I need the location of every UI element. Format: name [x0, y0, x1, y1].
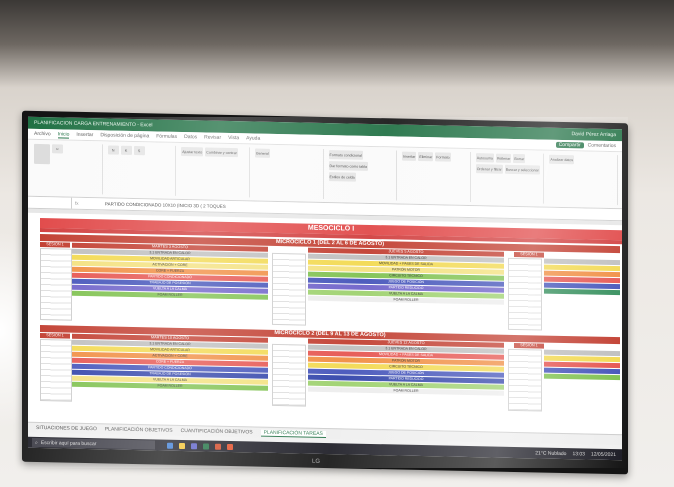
clock-date[interactable]: 12/05/2021 — [591, 451, 616, 458]
taskbar-search-text: Escribir aquí para buscar — [40, 439, 97, 447]
tv-monitor: PLANIFICACION CARGA ENTRENAMIENTO - Exce… — [22, 110, 628, 475]
clear-button[interactable]: Borrar — [513, 153, 526, 164]
comments-button[interactable]: Comentarios — [588, 143, 616, 150]
cell-styles-button[interactable]: Estilos de celda — [328, 172, 356, 182]
tab-disposicion[interactable]: Disposición de página — [100, 132, 149, 139]
fill-button[interactable]: Rellenar — [495, 153, 512, 163]
format-button[interactable]: Formato — [435, 152, 451, 162]
gap-column-4 — [508, 348, 542, 412]
sheet-tab-planificacion-objetivos[interactable]: PLANIFICACIÓN OBJETIVOS — [105, 426, 173, 433]
ribbon-group-styles: Formato condicional Dar formato como tab… — [326, 149, 398, 201]
tab-archivo[interactable]: Archivo — [34, 131, 51, 137]
session-label-1: SESION 1 — [40, 242, 70, 248]
row-6-far — [544, 288, 620, 296]
underline-button[interactable]: S — [133, 145, 145, 156]
analyze-data-button[interactable]: Analizar datos — [549, 154, 575, 165]
ribbon-group-editing: Autosuma Rellenar Borrar Ordenar y filtr… — [473, 152, 545, 204]
user-name[interactable]: David Pérez Arriaga — [572, 131, 616, 138]
edge-icon[interactable] — [167, 442, 173, 449]
number-format-select[interactable]: General — [254, 148, 270, 158]
sheet-tab-cuantificacion[interactable]: CUANTIFICACIÓN OBJETIVOS — [181, 428, 253, 436]
cut-button[interactable]: ✂ — [52, 144, 63, 154]
explorer-icon[interactable] — [179, 442, 185, 449]
chrome-icon[interactable] — [227, 443, 233, 450]
autosum-button[interactable]: Autosuma — [475, 153, 494, 163]
session-label-3: SESION 1 — [40, 333, 70, 339]
bold-button[interactable]: N — [107, 145, 119, 155]
session-label-2: SESION 1 — [514, 251, 544, 258]
ribbon-group-font: N K S — [105, 144, 177, 196]
lg-logo: LG — [312, 458, 321, 465]
session-column-1 — [40, 248, 72, 321]
doc-title: PLANIFICACION CARGA ENTRENAMIENTO - Exce… — [34, 119, 153, 129]
insert-button[interactable]: Insertar — [402, 151, 417, 161]
tab-vista[interactable]: Vista — [228, 135, 239, 141]
sheet-tab-situaciones[interactable]: SITUACIONES DE JUEGO — [36, 425, 97, 432]
tab-formulas[interactable]: Fórmulas — [156, 133, 177, 139]
session-column-3 — [40, 339, 72, 402]
conditional-format-button[interactable]: Formato condicional — [328, 150, 363, 160]
ribbon-group-clipboard: ✂ — [32, 142, 103, 195]
tab-ayuda[interactable]: Ayuda — [246, 135, 260, 141]
ribbon-group-number: General — [252, 147, 324, 199]
ribbon-group-analysis: Analizar datos — [547, 153, 618, 206]
tab-insertar[interactable]: Insertar — [76, 132, 93, 138]
taskbar-search[interactable]: ⌕ Escribir aquí para buscar — [32, 437, 155, 450]
tab-inicio[interactable]: Inicio — [57, 130, 70, 139]
fx-icon: fx — [75, 200, 79, 206]
delete-button[interactable]: Eliminar — [418, 151, 434, 162]
gap-column-2 — [508, 257, 542, 331]
tab-revisar[interactable]: Revisar — [204, 134, 221, 140]
taskbar-apps — [167, 442, 233, 450]
share-button[interactable]: Compartir — [555, 141, 584, 149]
spreadsheet-grid[interactable]: MESOCICLO I MICROCICLO 1 (DEL 2 AL 6 DE … — [28, 212, 622, 436]
gap-column-3 — [272, 343, 306, 407]
paste-button[interactable] — [34, 143, 50, 165]
excel-window: PLANIFICACION CARGA ENTRENAMIENTO - Exce… — [28, 116, 622, 461]
italic-button[interactable]: K — [120, 145, 132, 155]
format-table-button[interactable]: Dar formato como tabla — [328, 161, 369, 171]
clock-time[interactable]: 13:03 — [572, 451, 585, 457]
sheet-tab-planificacion-tareas[interactable]: PLANIFICACIÓN TAREAS — [260, 429, 326, 438]
name-box[interactable] — [28, 196, 72, 209]
merge-center-button[interactable]: Combinar y centrar — [205, 147, 238, 158]
find-select-button[interactable]: Buscar y seleccionar — [504, 164, 540, 175]
ribbon-group-cells: Insertar Eliminar Formato — [400, 150, 471, 203]
sort-filter-button[interactable]: Ordenar y filtrar — [475, 164, 503, 174]
system-tray: 21°C Nublado 13:03 12/05/2021 — [535, 450, 622, 458]
row-13-far — [544, 373, 620, 381]
excel-icon[interactable] — [203, 442, 209, 450]
wrap-text-button[interactable]: Ajustar texto — [181, 146, 204, 157]
ribbon-group-alignment: Ajustar texto Combinar y centrar — [179, 145, 250, 198]
powerpoint-icon[interactable] — [215, 443, 221, 450]
tab-datos[interactable]: Datos — [184, 134, 197, 140]
weather-widget[interactable]: 21°C Nublado — [535, 450, 566, 457]
teams-icon[interactable] — [191, 442, 197, 449]
formula-input[interactable]: PARTIDO CONDICIONADO 10X10 (INICIO 3D ( … — [105, 201, 226, 209]
search-icon: ⌕ — [35, 439, 38, 446]
session-label-4: SESION 1 — [514, 342, 544, 349]
gap-column-1 — [272, 252, 306, 326]
